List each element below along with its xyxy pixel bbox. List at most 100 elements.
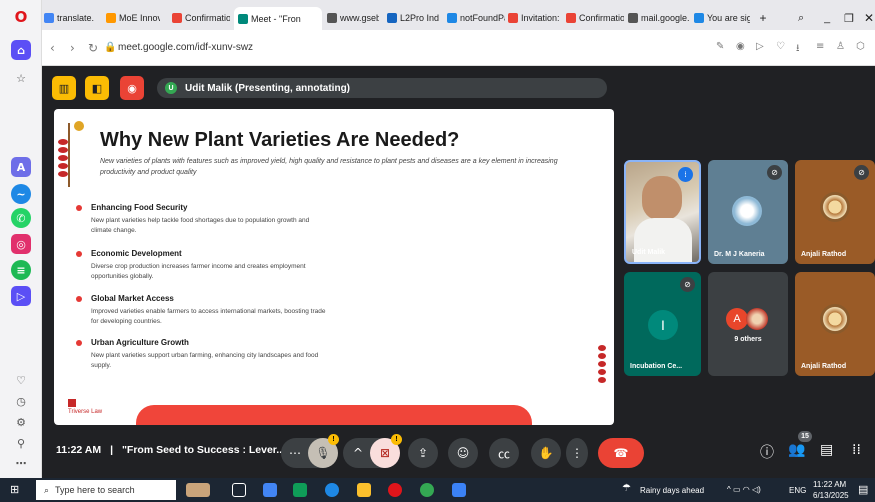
activities-icon[interactable]: ⁞⁞: [852, 442, 861, 458]
more-icon[interactable]: ⋯: [11, 453, 31, 473]
globe-icon: [327, 13, 337, 23]
participant-tile[interactable]: ⊘ Anjali Rathod: [795, 160, 875, 264]
menu-icon[interactable]: ≡: [816, 41, 824, 52]
participant-tile[interactable]: ⊘ Dr. M J Kaneria: [708, 160, 788, 264]
tab-mail-google[interactable]: mail.google.: [628, 10, 690, 26]
taskbar-app-icon[interactable]: [452, 483, 466, 497]
restore-icon[interactable]: ❐: [844, 10, 856, 26]
taskbar-app-icon[interactable]: [186, 483, 210, 497]
tab-l2pro[interactable]: L2Pro India: [387, 10, 439, 26]
mic-off-icon: ⊘: [767, 165, 782, 180]
tab-notfound[interactable]: notFoundPa: [447, 10, 505, 26]
send-icon[interactable]: ▷: [756, 41, 764, 52]
presenter-label: Udit Malik (Presenting, annotating): [185, 82, 351, 94]
tab-bar: translate.go MoE Innova Confirmatio Meet…: [42, 0, 875, 30]
file-explorer-icon[interactable]: [357, 483, 371, 497]
aria-icon[interactable]: A: [11, 157, 31, 177]
people-icon[interactable]: 👥: [788, 442, 805, 458]
tab-translate[interactable]: translate.go: [44, 10, 94, 26]
l2pro-icon: [387, 13, 397, 23]
minimize-icon[interactable]: _: [824, 10, 836, 26]
meet-area: ▥ ◧ ◉ U Udit Malik (Presenting, annotati…: [42, 66, 875, 478]
edit-icon[interactable]: ✎: [716, 41, 724, 52]
extensions-icon[interactable]: ⬡: [856, 41, 865, 52]
forward-icon[interactable]: ›: [70, 41, 75, 55]
back-icon[interactable]: ‹: [50, 41, 55, 55]
tab-meet[interactable]: Meet - "Fron: [234, 7, 322, 30]
tab-signed-in[interactable]: You are sign: [694, 10, 750, 26]
search-icon: ⌕: [44, 484, 50, 495]
tab-gsebe[interactable]: www.gsebe: [327, 10, 379, 26]
spotify-icon[interactable]: ≡: [11, 260, 31, 280]
pin-icon[interactable]: ⚲: [11, 433, 31, 453]
workspace-icon[interactable]: ⌂: [11, 40, 31, 60]
info-icon[interactable]: ⓘ: [760, 442, 774, 462]
tab-invitation[interactable]: Invitation: "I: [508, 10, 562, 26]
avatar: I: [648, 310, 678, 340]
stop-presenting-icon[interactable]: ◉: [120, 76, 144, 100]
close-icon[interactable]: ✕: [864, 10, 875, 26]
reload-icon[interactable]: ↻: [88, 41, 98, 55]
others-tile[interactable]: A 9 others: [708, 272, 788, 376]
slide-footer-bar: [136, 405, 532, 425]
annotate-icon[interactable]: ◧: [85, 76, 109, 100]
taskbar-app-icon[interactable]: [263, 483, 277, 497]
bookmark-icon[interactable]: ☆: [11, 68, 31, 88]
opera-icon[interactable]: [388, 483, 402, 497]
tab-search-icon[interactable]: ⌕: [798, 10, 810, 26]
browser-sidebar: O ⌂ ☆ A ~ ✆ ◎ ≡ ▷ ♡ ◷ ⚙ ⚲ ⋯: [0, 0, 42, 478]
tab-confirmation-2[interactable]: Confirmatio: [566, 10, 624, 26]
avatar: [746, 308, 768, 330]
url-field[interactable]: meet.google.com/idf-xunv-swz: [118, 42, 253, 53]
messenger-icon[interactable]: ~: [11, 184, 31, 204]
tab-moe[interactable]: MoE Innova: [106, 10, 160, 26]
profile-icon[interactable]: ♙: [836, 41, 845, 52]
windows-taskbar: ⊞ ⌕ Type here to search ☂ Rainy days ahe…: [0, 478, 875, 502]
notification-icon[interactable]: ▤: [858, 483, 868, 496]
settings-icon[interactable]: ⚙: [11, 412, 31, 432]
triverse-logo: Triverse Law: [68, 399, 102, 415]
address-bar: ‹ › ↻ 🔒 meet.google.com/idf-xunv-swz ✎ ◉…: [42, 30, 875, 66]
presentation-toggle-icon[interactable]: ▥: [52, 76, 76, 100]
chrome-icon[interactable]: [420, 483, 434, 497]
history-icon[interactable]: ◷: [11, 391, 31, 411]
participant-tile[interactable]: Anjali Rathod: [795, 272, 875, 376]
taskbar-search-input[interactable]: ⌕ Type here to search: [36, 480, 176, 500]
others-count: 9 others: [734, 336, 762, 343]
new-tab-button[interactable]: +: [756, 10, 770, 26]
more-options-button[interactable]: ⋮: [566, 438, 588, 468]
tab-confirmation-1[interactable]: Confirmatio: [172, 10, 230, 26]
start-icon[interactable]: ⊞: [10, 483, 19, 496]
avatar: [732, 196, 762, 226]
leave-call-button[interactable]: ☎: [598, 438, 644, 468]
gmail-icon: [172, 13, 182, 23]
participant-tile[interactable]: ⁞ Udit Malik: [624, 160, 701, 264]
taskbar-app-icon[interactable]: [293, 483, 307, 497]
heart-icon[interactable]: ♡: [11, 370, 31, 390]
video-feed-body: [634, 218, 692, 262]
clock-date[interactable]: 6/13/2025: [813, 491, 849, 500]
chat-icon[interactable]: ▤: [820, 442, 833, 458]
tray-icons[interactable]: ^ ▭ ◠ ◁): [727, 485, 761, 494]
lock-icon: 🔒: [104, 42, 117, 53]
language-indicator[interactable]: ENG: [789, 486, 806, 495]
present-screen-button[interactable]: ⇪: [408, 438, 438, 468]
heart-icon[interactable]: ♡: [776, 41, 785, 52]
raise-hand-button[interactable]: ✋: [531, 438, 561, 468]
edge-icon[interactable]: [325, 483, 339, 497]
whatsapp-icon[interactable]: ✆: [11, 208, 31, 228]
emoji-button[interactable]: ☺: [448, 438, 478, 468]
player-icon[interactable]: ▷: [11, 286, 31, 306]
opera-logo-icon[interactable]: O: [11, 7, 31, 27]
speaking-indicator-icon: ⁞: [678, 167, 693, 182]
captions-button[interactable]: ㏄: [489, 438, 519, 468]
download-icon[interactable]: ⭳: [796, 41, 800, 58]
task-view-icon[interactable]: [232, 483, 246, 497]
presentation-slide: Why New Plant Varieties Are Needed? New …: [54, 109, 614, 425]
gmail-icon: [508, 13, 518, 23]
participant-tile[interactable]: I ⊘ Incubation Ce...: [624, 272, 701, 376]
instagram-icon[interactable]: ◎: [11, 234, 31, 254]
clock-time[interactable]: 11:22 AM: [813, 480, 846, 489]
weather-text[interactable]: Rainy days ahead: [640, 486, 704, 495]
camera-icon[interactable]: ◉: [736, 41, 745, 52]
